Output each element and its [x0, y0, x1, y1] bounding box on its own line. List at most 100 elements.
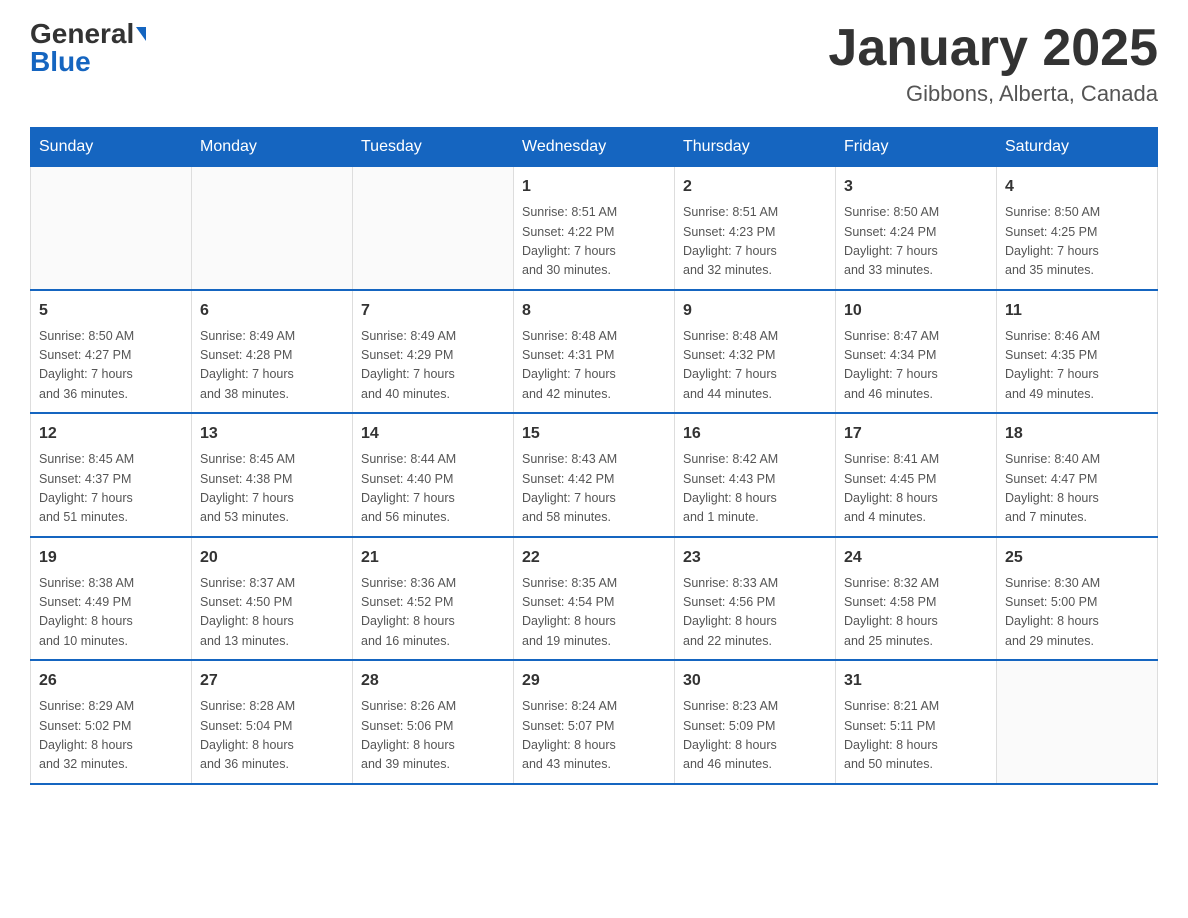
- day-info: Sunrise: 8:43 AM Sunset: 4:42 PM Dayligh…: [522, 450, 666, 528]
- day-info: Sunrise: 8:41 AM Sunset: 4:45 PM Dayligh…: [844, 450, 988, 528]
- day-info: Sunrise: 8:42 AM Sunset: 4:43 PM Dayligh…: [683, 450, 827, 528]
- day-number: 5: [39, 299, 183, 323]
- calendar-week-row: 12Sunrise: 8:45 AM Sunset: 4:37 PM Dayli…: [31, 413, 1158, 537]
- day-info: Sunrise: 8:23 AM Sunset: 5:09 PM Dayligh…: [683, 697, 827, 775]
- day-info: Sunrise: 8:49 AM Sunset: 4:28 PM Dayligh…: [200, 327, 344, 405]
- calendar-day-cell: 1 Sunrise: 8:51 AM Sunset: 4:22 PM Daylig…: [514, 167, 675, 290]
- calendar-day-cell: 24 Sunrise: 8:32 AM Sunset: 4:58 PM Dayli…: [836, 537, 997, 661]
- day-of-week-header: Wednesday: [514, 128, 675, 167]
- day-info: Sunrise: 8:45 AM Sunset: 4:38 PM Dayligh…: [200, 450, 344, 528]
- logo-blue-text: Blue: [30, 48, 91, 76]
- day-info: Sunrise: 8:45 AM Sunset: 4:37 PM Dayligh…: [39, 450, 183, 528]
- calendar-day-cell: 20 Sunrise: 8:37 AM Sunset: 4:50 PM Dayli…: [192, 537, 353, 661]
- day-number: 18: [1005, 422, 1149, 446]
- calendar-day-cell: 6Sunrise: 8:49 AM Sunset: 4:28 PM Daylig…: [192, 290, 353, 414]
- day-info: Sunrise: 8:35 AM Sunset: 4:54 PM Dayligh…: [522, 574, 666, 652]
- day-number: 20: [200, 546, 344, 570]
- day-number: 28: [361, 669, 505, 693]
- day-info: Sunrise: 8:50 AM Sunset: 4:25 PM Dayligh…: [1005, 203, 1149, 281]
- day-of-week-header: Tuesday: [353, 128, 514, 167]
- calendar-day-cell: 2 Sunrise: 8:51 AM Sunset: 4:23 PM Daylig…: [675, 167, 836, 290]
- day-info: Sunrise: 8:46 AM Sunset: 4:35 PM Dayligh…: [1005, 327, 1149, 405]
- day-number: 31: [844, 669, 988, 693]
- calendar-day-cell: 21Sunrise: 8:36 AM Sunset: 4:52 PM Dayli…: [353, 537, 514, 661]
- calendar-day-cell: 19 Sunrise: 8:38 AM Sunset: 4:49 PM Dayli…: [31, 537, 192, 661]
- day-number: 4: [1005, 175, 1149, 199]
- day-number: 17: [844, 422, 988, 446]
- location-text: Gibbons, Alberta, Canada: [828, 81, 1158, 107]
- day-number: 16: [683, 422, 827, 446]
- calendar-day-cell: 3 Sunrise: 8:50 AM Sunset: 4:24 PM Daylig…: [836, 167, 997, 290]
- calendar-day-cell: 12Sunrise: 8:45 AM Sunset: 4:37 PM Dayli…: [31, 413, 192, 537]
- day-info: Sunrise: 8:30 AM Sunset: 5:00 PM Dayligh…: [1005, 574, 1149, 652]
- day-number: 24: [844, 546, 988, 570]
- day-info: Sunrise: 8:36 AM Sunset: 4:52 PM Dayligh…: [361, 574, 505, 652]
- calendar-day-cell: 18Sunrise: 8:40 AM Sunset: 4:47 PM Dayli…: [997, 413, 1158, 537]
- calendar-week-row: 1 Sunrise: 8:51 AM Sunset: 4:22 PM Daylig…: [31, 167, 1158, 290]
- day-number: 25: [1005, 546, 1149, 570]
- title-section: January 2025 Gibbons, Alberta, Canada: [828, 20, 1158, 107]
- day-info: Sunrise: 8:28 AM Sunset: 5:04 PM Dayligh…: [200, 697, 344, 775]
- day-number: 3: [844, 175, 988, 199]
- day-info: Sunrise: 8:48 AM Sunset: 4:31 PM Dayligh…: [522, 327, 666, 405]
- calendar-day-cell: 23Sunrise: 8:33 AM Sunset: 4:56 PM Dayli…: [675, 537, 836, 661]
- day-info: Sunrise: 8:29 AM Sunset: 5:02 PM Dayligh…: [39, 697, 183, 775]
- day-info: Sunrise: 8:51 AM Sunset: 4:23 PM Dayligh…: [683, 203, 827, 281]
- day-info: Sunrise: 8:44 AM Sunset: 4:40 PM Dayligh…: [361, 450, 505, 528]
- calendar-day-cell: 27 Sunrise: 8:28 AM Sunset: 5:04 PM Dayli…: [192, 660, 353, 784]
- day-info: Sunrise: 8:50 AM Sunset: 4:24 PM Dayligh…: [844, 203, 988, 281]
- calendar-day-cell: 8Sunrise: 8:48 AM Sunset: 4:31 PM Daylig…: [514, 290, 675, 414]
- day-number: 27: [200, 669, 344, 693]
- logo-general-text: General: [30, 20, 134, 48]
- day-of-week-header: Sunday: [31, 128, 192, 167]
- calendar-day-cell: 4 Sunrise: 8:50 AM Sunset: 4:25 PM Daylig…: [997, 167, 1158, 290]
- calendar-day-cell: 25 Sunrise: 8:30 AM Sunset: 5:00 PM Dayli…: [997, 537, 1158, 661]
- calendar-table: SundayMondayTuesdayWednesdayThursdayFrid…: [30, 127, 1158, 785]
- day-info: Sunrise: 8:37 AM Sunset: 4:50 PM Dayligh…: [200, 574, 344, 652]
- day-number: 19: [39, 546, 183, 570]
- day-of-week-header: Friday: [836, 128, 997, 167]
- day-info: Sunrise: 8:51 AM Sunset: 4:22 PM Dayligh…: [522, 203, 666, 281]
- calendar-day-cell: 14Sunrise: 8:44 AM Sunset: 4:40 PM Dayli…: [353, 413, 514, 537]
- day-of-week-header: Saturday: [997, 128, 1158, 167]
- day-number: 10: [844, 299, 988, 323]
- calendar-title: January 2025: [828, 20, 1158, 77]
- calendar-day-cell: 22 Sunrise: 8:35 AM Sunset: 4:54 PM Dayli…: [514, 537, 675, 661]
- calendar-day-cell: 16 Sunrise: 8:42 AM Sunset: 4:43 PM Dayli…: [675, 413, 836, 537]
- calendar-day-cell: [192, 167, 353, 290]
- calendar-day-cell: 5 Sunrise: 8:50 AM Sunset: 4:27 PM Daylig…: [31, 290, 192, 414]
- calendar-week-row: 5 Sunrise: 8:50 AM Sunset: 4:27 PM Daylig…: [31, 290, 1158, 414]
- calendar-day-cell: 15 Sunrise: 8:43 AM Sunset: 4:42 PM Dayli…: [514, 413, 675, 537]
- day-number: 30: [683, 669, 827, 693]
- day-info: Sunrise: 8:32 AM Sunset: 4:58 PM Dayligh…: [844, 574, 988, 652]
- calendar-day-cell: 30 Sunrise: 8:23 AM Sunset: 5:09 PM Dayli…: [675, 660, 836, 784]
- calendar-week-row: 19 Sunrise: 8:38 AM Sunset: 4:49 PM Dayli…: [31, 537, 1158, 661]
- calendar-day-cell: 9 Sunrise: 8:48 AM Sunset: 4:32 PM Daylig…: [675, 290, 836, 414]
- day-number: 22: [522, 546, 666, 570]
- day-info: Sunrise: 8:48 AM Sunset: 4:32 PM Dayligh…: [683, 327, 827, 405]
- calendar-day-cell: 26 Sunrise: 8:29 AM Sunset: 5:02 PM Dayli…: [31, 660, 192, 784]
- day-info: Sunrise: 8:38 AM Sunset: 4:49 PM Dayligh…: [39, 574, 183, 652]
- day-number: 9: [683, 299, 827, 323]
- calendar-header-row: SundayMondayTuesdayWednesdayThursdayFrid…: [31, 128, 1158, 167]
- logo-triangle-icon: [136, 27, 146, 41]
- day-number: 1: [522, 175, 666, 199]
- day-number: 11: [1005, 299, 1149, 323]
- day-info: Sunrise: 8:50 AM Sunset: 4:27 PM Dayligh…: [39, 327, 183, 405]
- day-of-week-header: Monday: [192, 128, 353, 167]
- day-number: 15: [522, 422, 666, 446]
- day-number: 23: [683, 546, 827, 570]
- day-number: 7: [361, 299, 505, 323]
- logo: General Blue: [30, 20, 146, 76]
- day-number: 26: [39, 669, 183, 693]
- calendar-day-cell: 28Sunrise: 8:26 AM Sunset: 5:06 PM Dayli…: [353, 660, 514, 784]
- calendar-day-cell: 10 Sunrise: 8:47 AM Sunset: 4:34 PM Dayli…: [836, 290, 997, 414]
- calendar-day-cell: 17 Sunrise: 8:41 AM Sunset: 4:45 PM Dayli…: [836, 413, 997, 537]
- day-info: Sunrise: 8:24 AM Sunset: 5:07 PM Dayligh…: [522, 697, 666, 775]
- page-header: General Blue January 2025 Gibbons, Alber…: [30, 20, 1158, 107]
- calendar-day-cell: 11 Sunrise: 8:46 AM Sunset: 4:35 PM Dayli…: [997, 290, 1158, 414]
- day-info: Sunrise: 8:49 AM Sunset: 4:29 PM Dayligh…: [361, 327, 505, 405]
- day-of-week-header: Thursday: [675, 128, 836, 167]
- day-info: Sunrise: 8:47 AM Sunset: 4:34 PM Dayligh…: [844, 327, 988, 405]
- day-number: 2: [683, 175, 827, 199]
